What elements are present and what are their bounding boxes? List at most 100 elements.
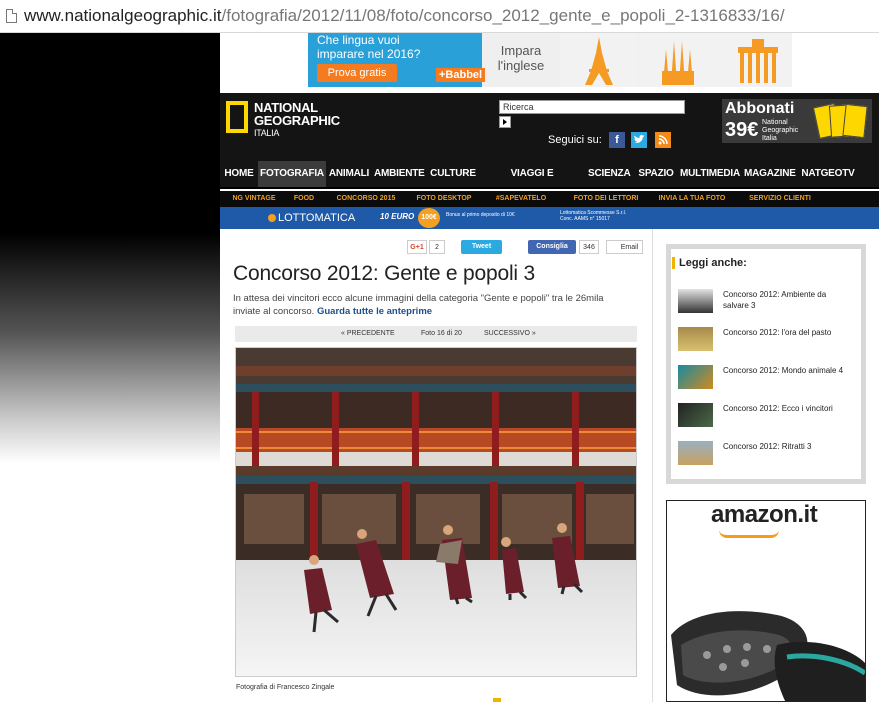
site-logo[interactable]: NATIONAL GEOGRAPHIC ITALIA	[254, 101, 340, 140]
twitter-icon[interactable]	[631, 132, 647, 148]
related-title[interactable]: Concorso 2012: Ambiente da salvare 3	[723, 289, 853, 311]
logo-yellow-frame-icon[interactable]	[226, 101, 248, 133]
related-title[interactable]: Concorso 2012: l'ora del pasto	[723, 327, 853, 338]
facebook-like-count: 346	[579, 240, 599, 254]
subscribe-title: Abbonati	[725, 100, 795, 117]
nav-viaggi[interactable]: VIAGGI E AVVENTURE	[482, 161, 582, 205]
related-thumb	[678, 327, 713, 351]
lotto-company: Lottomatica Scommesse S.r.l. Conc. AAMS …	[560, 210, 627, 222]
subscribe-subtitle: National Geographic Italia	[762, 119, 799, 142]
address-bar[interactable]: www.nationalgeographic.it/fotografia/201…	[0, 0, 879, 33]
facebook-like-button[interactable]: Consiglia	[528, 240, 576, 254]
related-box: Leggi anche: Concorso 2012: Ambiente da …	[666, 244, 866, 484]
next-section-marker	[493, 698, 501, 702]
rss-feed-icon	[658, 135, 668, 145]
subnav-vintage[interactable]: NG VINTAGE	[224, 191, 284, 207]
tweet-button[interactable]: Tweet	[461, 240, 502, 254]
related-title[interactable]: Concorso 2012: Ecco i vincitori	[723, 403, 853, 414]
article-description: In attesa dei vincitori ecco alcune imma…	[233, 292, 623, 318]
subnav-concorso[interactable]: CONCORSO 2015	[330, 191, 402, 207]
search-submit-button[interactable]	[499, 116, 511, 128]
nav-culture[interactable]: CULTURE	[430, 161, 476, 187]
subnav-invia[interactable]: INVIA LA TUA FOTO	[652, 191, 732, 207]
article-title: Concorso 2012: Gente e popoli 3	[233, 262, 536, 285]
related-item[interactable]: Concorso 2012: l'ora del pasto	[678, 327, 858, 357]
email-button[interactable]: Email	[606, 240, 643, 254]
email-label: Email	[620, 244, 639, 251]
lotto-euro-badge: 10 EURO	[380, 212, 415, 221]
monastery-monks-photo	[236, 348, 636, 676]
related-item[interactable]: Concorso 2012: Ambiente da salvare 3	[678, 289, 858, 319]
subnav-clienti[interactable]: SERVIZIO CLIENTI	[740, 191, 820, 207]
twitter-bird-icon	[634, 134, 645, 143]
subnav-desktop[interactable]: FOTO DESKTOP	[410, 191, 478, 207]
sagrada-familia-icon	[662, 41, 694, 85]
url-path: /fotografia/2012/11/08/foto/concorso_201…	[221, 6, 785, 25]
lottomatica-logo: LOTTOMATICA	[278, 212, 356, 224]
babbel-ad-banner[interactable]: Che lingua vuoi imparare nel 2016? Prova…	[308, 33, 792, 87]
page-icon	[6, 9, 17, 23]
rss-icon[interactable]	[655, 132, 671, 148]
ad-impara-text: Impara l'inglese	[497, 43, 545, 73]
search-input[interactable]: Ricerca	[499, 100, 685, 114]
gplus-count: 2	[429, 240, 445, 254]
ad-tile-sagrada	[639, 33, 717, 87]
subscribe-promo[interactable]: Abbonati 39€ National Geographic Italia	[722, 99, 872, 143]
photo-pager: « PRECEDENTE Foto 16 di 20 SUCCESSIVO »	[235, 326, 637, 342]
amazon-logo: amazon.it	[711, 501, 818, 528]
lottomatica-ad-strip[interactable]: LOTTOMATICA 10 EURO 100€ BONUS Bonus al …	[220, 207, 879, 229]
ad-question: Che lingua vuoi imparare nel 2016?	[317, 33, 421, 61]
nav-ambiente[interactable]: AMBIENTE	[374, 161, 425, 187]
related-thumb	[678, 441, 713, 465]
nav-multimedia[interactable]: MULTIMEDIA	[680, 161, 740, 187]
ad-tile-brandenburg	[717, 33, 792, 87]
nav-fotografia[interactable]: FOTOGRAFIA	[258, 161, 326, 187]
related-item[interactable]: Concorso 2012: Ritratti 3	[678, 441, 858, 471]
nav-spazio[interactable]: SPAZIO	[636, 161, 676, 187]
lotto-bonus-badge: 100€ BONUS	[418, 208, 440, 228]
related-heading: Leggi anche:	[672, 257, 747, 269]
column-divider	[652, 229, 653, 702]
logo-line-3: ITALIA	[254, 128, 280, 138]
next-button[interactable]: SUCCESSIVO »	[484, 326, 536, 342]
url-text[interactable]: www.nationalgeographic.it/fotografia/201…	[24, 6, 785, 26]
subnav-food[interactable]: FOOD	[286, 191, 322, 207]
article-column: G+1 2 Tweet Consiglia 346 Email Concorso…	[220, 229, 653, 702]
url-host: www.nationalgeographic.it	[24, 6, 222, 25]
ad-tile-eiffel	[560, 33, 638, 87]
brandenburg-gate-icon	[738, 39, 778, 83]
nav-animali[interactable]: ANIMALI	[328, 161, 370, 187]
sub-nav: NG VINTAGE FOOD CONCORSO 2015 FOTO DESKT…	[220, 191, 879, 207]
lottomatica-dot-icon	[268, 214, 276, 222]
related-title[interactable]: Concorso 2012: Ritratti 3	[723, 441, 853, 452]
nav-home[interactable]: HOME	[223, 161, 255, 187]
amazon-smile-icon	[719, 530, 779, 538]
subnav-lettori[interactable]: FOTO DEI LETTORI	[564, 191, 648, 207]
nav-scienza[interactable]: SCIENZA	[588, 161, 631, 187]
subnav-sapevatelo[interactable]: #SAPEVATELO	[488, 191, 554, 207]
subscribe-price: 39€	[725, 119, 759, 141]
main-photo[interactable]	[235, 347, 637, 677]
related-thumb	[678, 289, 713, 313]
facebook-icon[interactable]: f	[609, 132, 625, 148]
related-item[interactable]: Concorso 2012: Ecco i vincitori	[678, 403, 858, 433]
photo-counter: Foto 16 di 20	[421, 330, 462, 337]
site-header: NATIONAL GEOGRAPHIC ITALIA Ricerca Segui…	[220, 93, 879, 161]
page-background	[0, 33, 220, 702]
see-all-link[interactable]: Guarda tutte le anteprime	[317, 306, 432, 317]
ad-blue-panel: Che lingua vuoi imparare nel 2016? Prova…	[308, 33, 486, 87]
ad-try-button[interactable]: Prova gratis	[317, 64, 397, 82]
nav-magazine[interactable]: MAGAZINE	[744, 161, 796, 187]
related-title[interactable]: Concorso 2012: Mondo animale 4	[723, 365, 853, 376]
nav-natgeotv[interactable]: NATGEOTV	[800, 161, 856, 187]
amazon-ad[interactable]: amazon.it	[666, 500, 866, 702]
magazine-cover-3	[842, 103, 868, 139]
logo-line-2: GEOGRAPHIC	[254, 113, 340, 128]
related-thumb	[678, 365, 713, 389]
prev-button[interactable]: « PRECEDENTE	[341, 326, 395, 342]
related-item[interactable]: Concorso 2012: Mondo animale 4	[678, 365, 858, 395]
gplus-button[interactable]: G+1	[407, 240, 427, 254]
lotto-note: Bonus al primo deposito di 10€	[446, 212, 515, 218]
ad-brand: +Babbel	[436, 68, 486, 82]
sneaker-image	[671, 611, 865, 701]
